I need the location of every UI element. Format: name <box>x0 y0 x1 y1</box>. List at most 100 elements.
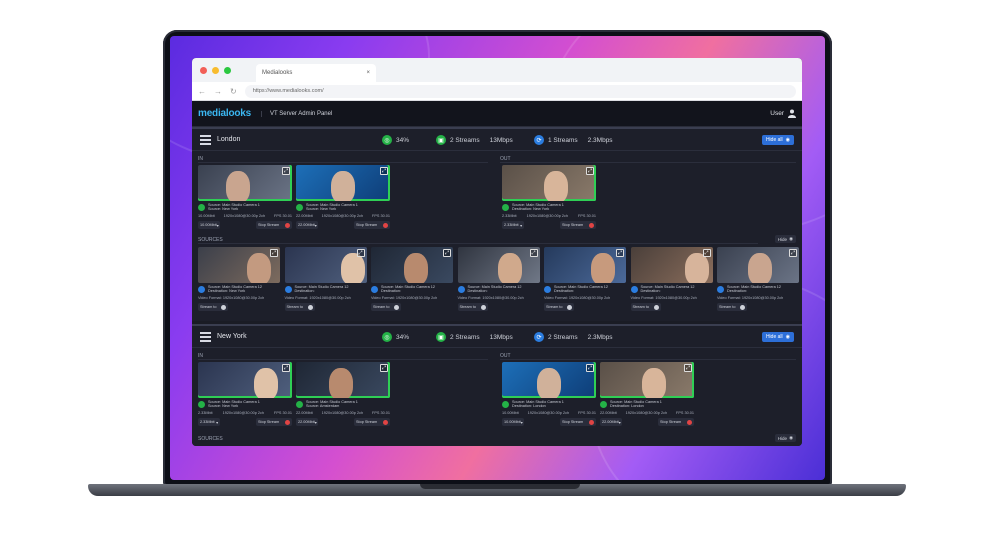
stream-meta: 2.33Mbit 1920x1080@30.00p 2ch FPS 30.01 <box>198 411 292 415</box>
video-thumbnail[interactable]: ⤢ <box>296 362 390 398</box>
out-streams: 2 Streams <box>548 333 578 341</box>
in-stream-card: ⤢ Source: Main Studio Camera 1 Source: New… <box>198 165 292 229</box>
stream-to-button[interactable]: Stream to <box>198 303 228 311</box>
expand-icon[interactable]: ⤢ <box>789 249 797 257</box>
video-thumbnail[interactable]: ⤢ <box>544 247 626 283</box>
stop-stream-button[interactable]: Stop Stream <box>658 418 694 426</box>
video-thumbnail[interactable]: ⤢ <box>600 362 694 398</box>
menu-icon[interactable] <box>200 134 211 145</box>
expand-icon[interactable]: ⤢ <box>586 167 594 175</box>
url-input[interactable]: https://www.medialooks.com/ <box>244 84 796 98</box>
video-thumbnail[interactable]: ⤢ <box>284 247 367 283</box>
bitrate-select[interactable]: 2.33Mbit ▾ <box>198 418 220 426</box>
expand-icon[interactable]: ⤢ <box>380 364 388 372</box>
person-image <box>331 171 355 201</box>
person-image <box>642 368 666 398</box>
medialooks-logo[interactable]: medialooks <box>198 108 251 119</box>
stream-bitrate: 22.00Mbit <box>296 411 313 415</box>
bitrate-select[interactable]: 22.00Mbit ▾ <box>296 418 318 426</box>
minimize-window-button[interactable] <box>212 66 219 74</box>
expand-icon[interactable]: ⤢ <box>529 249 538 257</box>
close-window-button[interactable] <box>200 66 207 74</box>
stream-destination: Destination: London <box>610 404 644 408</box>
stop-icon <box>285 222 290 228</box>
bitrate-select[interactable]: 10.00Mbit ▾ <box>198 221 220 229</box>
bitrate-value: 2.33Mbit <box>200 420 215 424</box>
browser-tab[interactable]: Medialooks × <box>256 64 376 82</box>
back-icon[interactable]: ← <box>198 87 206 96</box>
hide-all-button[interactable]: Hide all ◉ <box>761 332 794 342</box>
stream-meta: 22.00Mbit 1920x1080@30.00p 2ch FPS 30.01 <box>296 214 390 218</box>
person-image <box>404 253 428 283</box>
panel-title: New York <box>217 333 247 340</box>
eye-icon: ◉ <box>789 236 793 241</box>
bitrate-select[interactable]: 2.33Mbit ▾ <box>502 221 524 229</box>
reload-icon[interactable]: ↻ <box>230 87 237 96</box>
menu-icon[interactable] <box>200 331 211 342</box>
stop-stream-button[interactable]: Stop Stream <box>354 221 390 229</box>
source-info: Source: Main Studio Camera 12 Destination… <box>457 284 540 294</box>
source-destination: Destination: <box>381 289 402 293</box>
stream-to-button[interactable]: Stream to <box>457 303 488 311</box>
video-thumbnail[interactable]: ⤢ <box>371 247 453 283</box>
expand-icon[interactable]: ⤢ <box>282 167 290 175</box>
hide-button[interactable]: Hide ◉ <box>774 434 796 442</box>
source-format: Video Format: 1920x1080@30.00p 2ch <box>457 296 524 300</box>
expand-icon[interactable]: ⤢ <box>616 249 624 257</box>
address-bar-row: ← → ↻ https://www.medialooks.com/ <box>192 82 802 101</box>
tab-close-icon[interactable]: × <box>366 70 370 76</box>
stream-to-button[interactable]: Stream to <box>630 303 661 311</box>
bitrate-select[interactable]: 22.00Mbit ▾ <box>296 221 318 229</box>
source-icon <box>371 285 378 293</box>
person-image <box>247 253 271 283</box>
source-destination: Destination: <box>554 289 575 293</box>
expand-icon[interactable]: ⤢ <box>702 249 711 257</box>
stream-destination: Destination: London <box>512 404 546 408</box>
stream-to-button[interactable]: Stream to <box>717 303 747 311</box>
video-thumbnail[interactable]: ⤢ <box>630 247 713 283</box>
stop-stream-button[interactable]: Stop Stream <box>560 221 596 229</box>
bitrate-select[interactable]: 10.00Mbit ▾ <box>502 418 524 426</box>
video-thumbnail[interactable]: ⤢ <box>502 362 596 398</box>
video-thumbnail[interactable]: ⤢ <box>502 165 596 201</box>
stream-to-label: Stream to <box>200 305 217 309</box>
maximize-window-button[interactable] <box>224 66 231 74</box>
stop-stream-label: Stop Stream <box>258 420 280 424</box>
expand-icon[interactable]: ⤢ <box>443 249 451 257</box>
stream-to-button[interactable]: Stream to <box>544 303 574 311</box>
stream-status-icon <box>198 400 205 408</box>
stop-stream-button[interactable]: Stop Stream <box>560 418 596 426</box>
expand-icon[interactable]: ⤢ <box>380 167 388 175</box>
stream-text: Source: Main Studio Camera 1 Destination:… <box>512 400 564 409</box>
stop-stream-button[interactable]: Stop Stream <box>256 418 292 426</box>
video-thumbnail[interactable]: ⤢ <box>296 165 390 201</box>
expand-icon[interactable]: ⤢ <box>282 364 290 372</box>
expand-icon[interactable]: ⤢ <box>270 249 278 257</box>
expand-icon[interactable]: ⤢ <box>586 364 594 372</box>
source-format: Video Format: 1920x1080@30.00p 2ch <box>544 296 611 300</box>
stop-stream-button[interactable]: Stop Stream <box>354 418 390 426</box>
expand-icon[interactable]: ⤢ <box>684 364 692 372</box>
in-streams: 2 Streams <box>450 333 480 341</box>
video-thumbnail[interactable]: ⤢ <box>717 247 799 283</box>
hide-all-button[interactable]: Hide all ◉ <box>761 135 794 145</box>
hide-button[interactable]: Hide ◉ <box>774 235 796 243</box>
expand-icon[interactable]: ⤢ <box>356 249 365 257</box>
video-thumbnail[interactable]: ⤢ <box>198 165 292 201</box>
stream-to-button[interactable]: Stream to <box>284 303 315 311</box>
bitrate-value: 22.00Mbit <box>298 420 315 424</box>
bitrate-select[interactable]: 22.00Mbit ▾ <box>600 418 622 426</box>
person-image <box>537 368 561 398</box>
stream-to-label: Stream to <box>459 305 476 309</box>
stream-to-button[interactable]: Stream to <box>371 303 401 311</box>
hide-label: Hide <box>777 236 788 242</box>
stream-controls: 10.00Mbit ▾ Stop Stream <box>502 418 596 426</box>
video-thumbnail[interactable]: ⤢ <box>198 247 280 283</box>
forward-icon[interactable]: → <box>214 87 222 96</box>
user-menu[interactable]: User <box>770 109 796 118</box>
app-header: medialooks VT Server Admin Panel User <box>192 101 802 127</box>
stop-stream-button[interactable]: Stop Stream <box>256 221 292 229</box>
video-thumbnail[interactable]: ⤢ <box>198 362 292 398</box>
source-info: Source: Main Studio Camera 12 Destination… <box>630 284 713 294</box>
video-thumbnail[interactable]: ⤢ <box>457 247 540 283</box>
